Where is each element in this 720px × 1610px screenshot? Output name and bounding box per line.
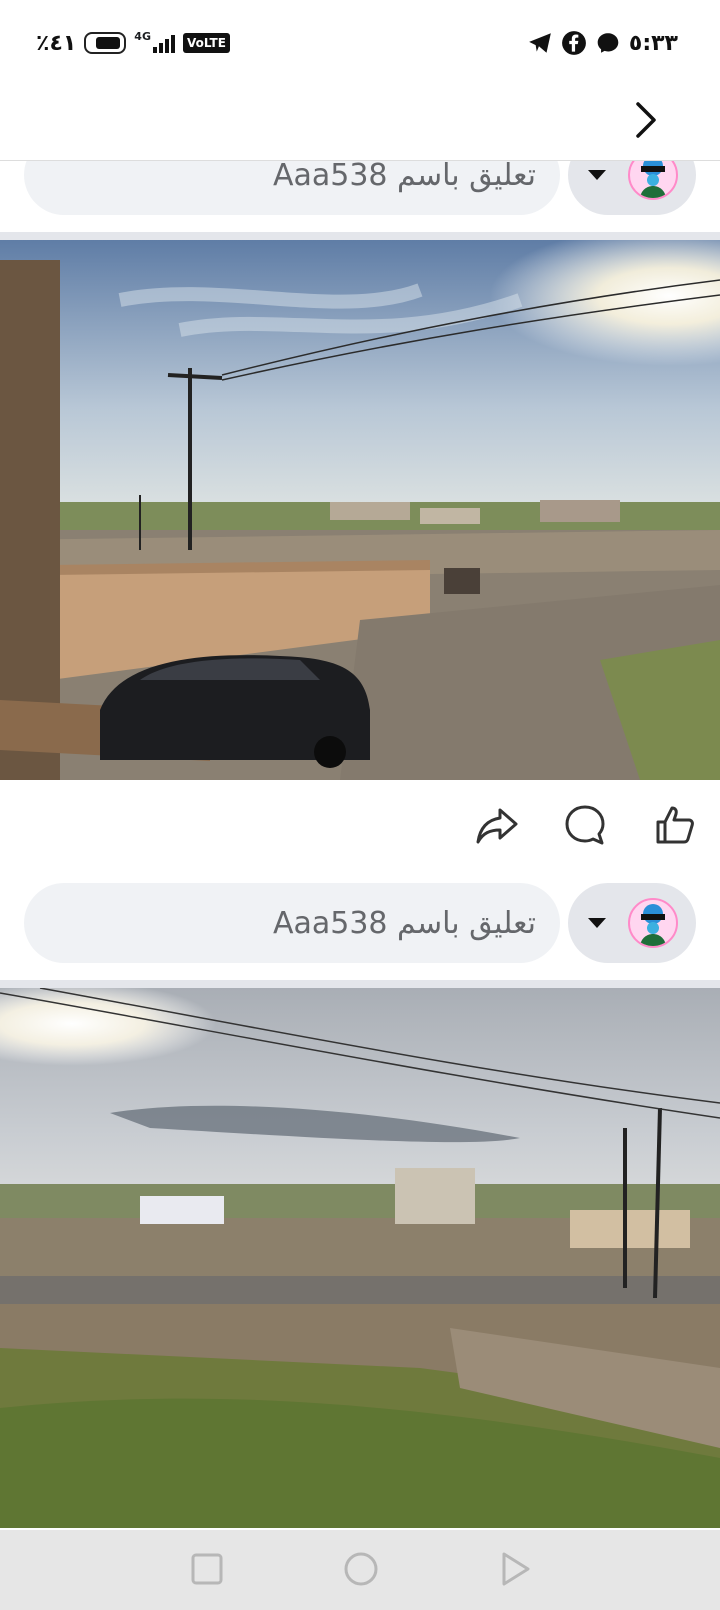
comment-icon[interactable] <box>562 802 608 848</box>
chevron-right-icon[interactable] <box>624 98 668 142</box>
circle-icon[interactable] <box>340 1548 382 1590</box>
comment-placeholder-bottom: تعليق باسم Aaa538 <box>272 905 536 941</box>
messenger-icon <box>597 33 619 53</box>
status-right-group: ٥:٣٣ <box>527 28 678 58</box>
comment-input-bottom[interactable]: تعليق باسم Aaa538 <box>24 883 560 963</box>
status-bar: ٪٤١ 4G VoLTE ٥:٣٣ <box>0 0 720 82</box>
volte-badge: VoLTE <box>182 33 230 53</box>
facebook-icon <box>561 31 586 55</box>
like-icon[interactable] <box>652 802 698 848</box>
battery-percent: ٪٤١ <box>36 30 77 56</box>
caret-down-icon <box>588 918 606 928</box>
post-divider-bottom <box>0 980 720 988</box>
triangle-icon[interactable] <box>494 1548 536 1590</box>
caret-down-icon <box>588 170 606 180</box>
post-actions <box>0 780 720 870</box>
identity-switcher-bottom[interactable] <box>568 883 696 963</box>
network-type: 4G <box>134 29 151 43</box>
post-photo-1[interactable] <box>0 240 720 780</box>
avatar <box>628 898 678 948</box>
landscape-photo-2 <box>0 988 720 1528</box>
battery-icon <box>84 32 127 54</box>
top-nav-bar <box>0 82 720 161</box>
system-nav-bar <box>0 1530 720 1610</box>
comment-composer-bottom: تعليق باسم Aaa538 <box>0 883 720 963</box>
status-left-group: ٪٤١ 4G VoLTE <box>36 28 230 58</box>
comment-placeholder-top: تعليق باسم Aaa538 <box>272 157 536 193</box>
signal-icon <box>152 33 175 53</box>
landscape-photo-1 <box>0 240 720 780</box>
telegram-icon <box>529 33 551 53</box>
share-icon[interactable] <box>474 802 520 848</box>
square-icon[interactable] <box>186 1548 228 1590</box>
post-photo-2[interactable] <box>0 988 720 1528</box>
clock: ٥:٣٣ <box>628 30 678 56</box>
post-divider-top <box>0 232 720 240</box>
